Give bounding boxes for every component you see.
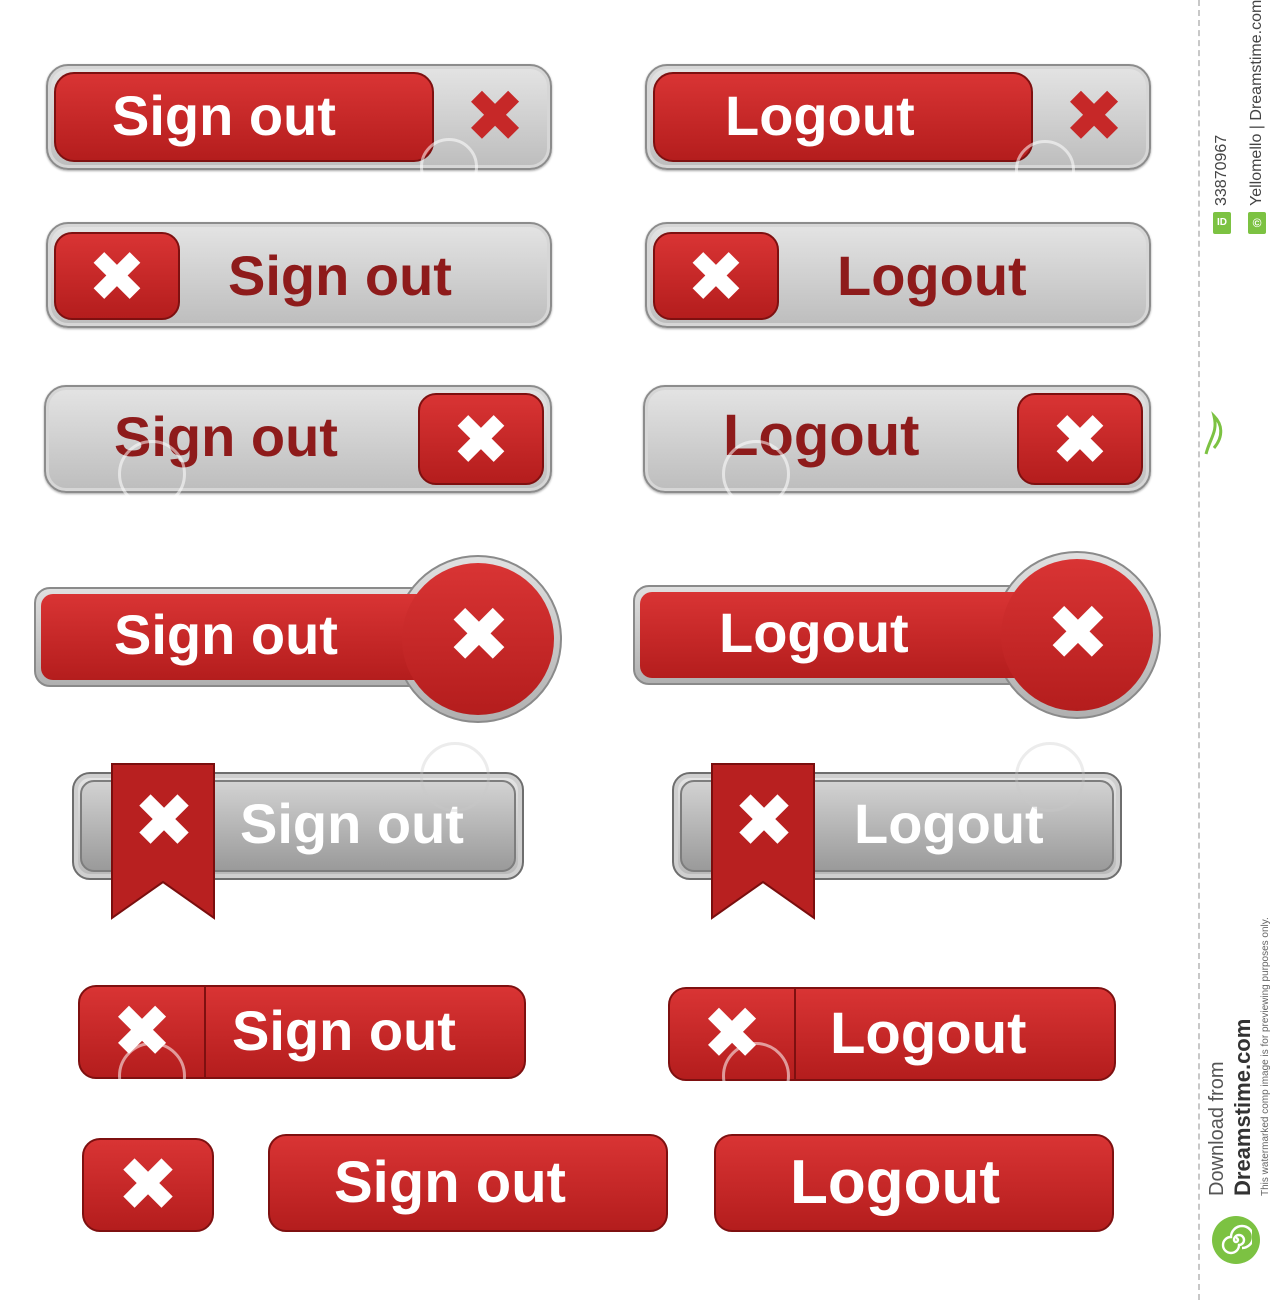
site-name: Dreamstime.com xyxy=(1230,1018,1255,1196)
close-icon: ✖ xyxy=(116,1142,179,1228)
logout-label: Logout xyxy=(854,792,1044,855)
close-icon: ✖ xyxy=(447,590,511,679)
watermark-disclaimer: This watermarked comp image is for previ… xyxy=(1260,917,1271,1196)
logout-keyhole-button[interactable]: Logout ✖ xyxy=(633,551,1161,719)
logout-button-plain[interactable]: Logout xyxy=(714,1134,1114,1232)
signout-button-row1[interactable]: Sign out ✖ xyxy=(46,64,552,170)
logout-button-row2[interactable]: ✖ Logout xyxy=(645,222,1151,328)
close-button-standalone[interactable]: ✖ xyxy=(82,1138,214,1232)
download-from-label: Download from xyxy=(1206,1061,1228,1196)
logout-label: Logout xyxy=(837,244,1027,307)
watermark-logo xyxy=(722,440,790,508)
watermark-logo xyxy=(420,138,478,196)
watermark-logo xyxy=(722,1042,790,1110)
watermark-logo xyxy=(420,742,490,812)
logout-label: Logout xyxy=(719,601,909,664)
close-icon-box[interactable]: ✖ xyxy=(418,393,544,485)
close-icon[interactable]: ✖ xyxy=(1049,80,1139,152)
close-icon: ✖ xyxy=(686,236,746,318)
logout-label: Logout xyxy=(790,1148,1001,1217)
signout-label: Sign out xyxy=(114,603,338,666)
signout-keyhole-button[interactable]: Sign out ✖ xyxy=(34,555,562,723)
leaf-icon xyxy=(1204,411,1223,455)
copyright-badge: © xyxy=(1248,212,1266,234)
image-id: 33870967 xyxy=(1213,134,1230,206)
watermark-logo xyxy=(118,440,186,508)
copyright-symbol: © xyxy=(1252,216,1262,230)
signout-button-row2[interactable]: ✖ Sign out xyxy=(46,222,552,328)
close-icon-box[interactable]: ✖ xyxy=(653,232,779,320)
author-credit: Yellomello | Dreamstime.com xyxy=(1248,0,1265,206)
image-id-label: ID xyxy=(1217,217,1227,228)
signout-button-plain[interactable]: Sign out xyxy=(268,1134,668,1232)
dreamstime-logo xyxy=(1212,1216,1260,1264)
sidebar-dashed-divider xyxy=(1198,0,1200,1300)
logout-button-row3[interactable]: Logout ✖ xyxy=(643,385,1151,493)
image-id-badge: ID xyxy=(1213,212,1231,234)
signout-label: Sign out xyxy=(112,84,336,147)
close-icon: ✖ xyxy=(132,778,195,864)
close-icon: ✖ xyxy=(732,778,795,864)
close-icon: ✖ xyxy=(1046,588,1110,677)
signout-label: Sign out xyxy=(334,1150,566,1215)
watermark-logo xyxy=(1015,140,1075,200)
logout-label: Logout xyxy=(830,1001,1027,1066)
watermark-logo xyxy=(118,1042,186,1110)
watermark-logo xyxy=(1015,742,1085,812)
logout-label: Logout xyxy=(725,84,915,147)
close-icon: ✖ xyxy=(1050,399,1110,481)
logout-button-row1[interactable]: Logout ✖ xyxy=(645,64,1151,170)
close-icon-box[interactable]: ✖ xyxy=(54,232,180,320)
close-icon: ✖ xyxy=(87,236,147,318)
spiral-icon xyxy=(1221,1224,1252,1255)
signout-label: Sign out xyxy=(228,244,452,307)
signout-label: Sign out xyxy=(232,999,456,1062)
close-icon-box[interactable]: ✖ xyxy=(1017,393,1143,485)
signout-label: Sign out xyxy=(240,792,464,855)
close-icon: ✖ xyxy=(451,399,511,481)
